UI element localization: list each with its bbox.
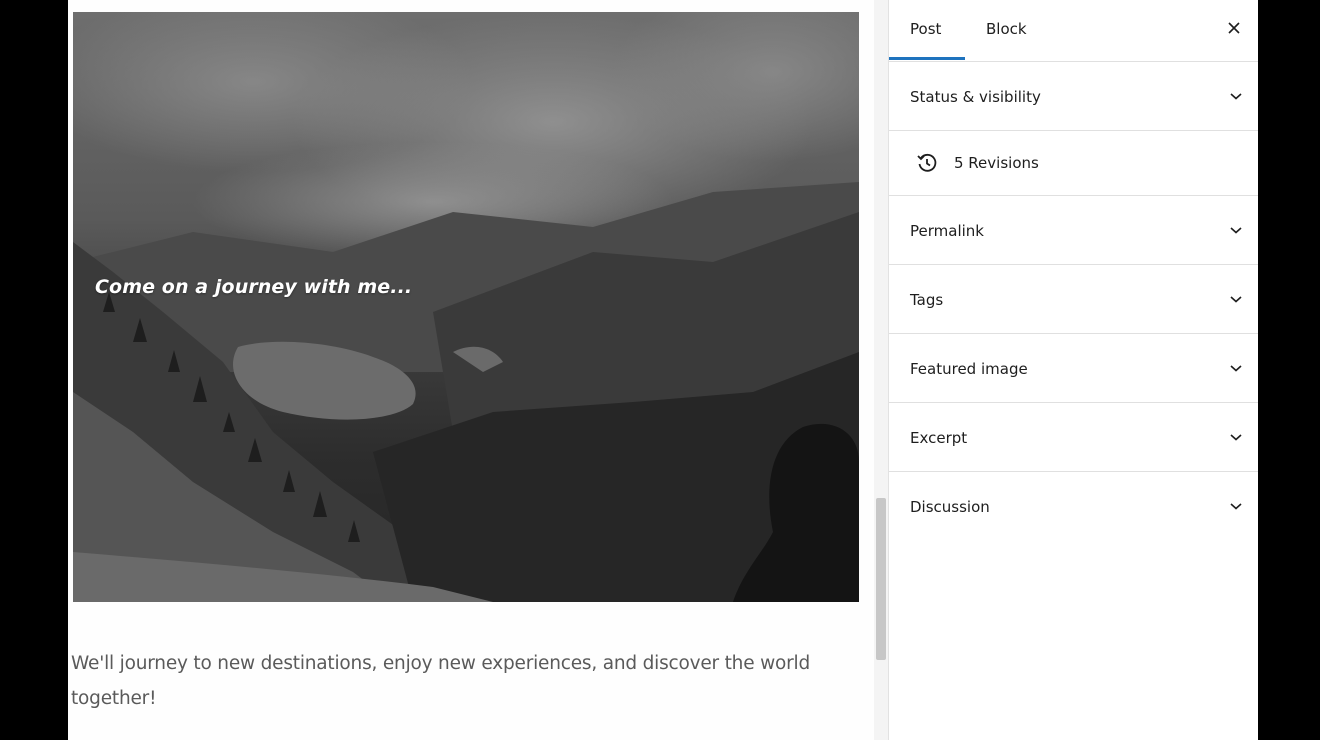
panel-label: Discussion xyxy=(910,498,990,516)
landscape-image xyxy=(73,12,859,602)
panel-label: Tags xyxy=(910,291,944,309)
panel-featured-image[interactable]: Featured image xyxy=(889,334,1258,403)
chevron-down-icon xyxy=(1230,365,1242,372)
tab-post[interactable]: Post xyxy=(910,20,941,38)
chevron-down-icon xyxy=(1230,296,1242,303)
editor-canvas: Come on a journey with me... We'll journ… xyxy=(68,0,874,740)
panel-tags[interactable]: Tags xyxy=(889,265,1258,334)
active-tab-indicator xyxy=(889,57,965,60)
cover-heading[interactable]: Come on a journey with me... xyxy=(95,276,412,298)
close-icon xyxy=(1228,22,1240,34)
panel-label: Permalink xyxy=(910,222,984,240)
panel-status-visibility[interactable]: Status & visibility xyxy=(889,62,1258,131)
revisions-button[interactable]: 5 Revisions xyxy=(889,131,1258,196)
sidebar-tabs: Post Block xyxy=(889,0,1258,62)
panel-discussion[interactable]: Discussion xyxy=(889,472,1258,540)
panel-label: Status & visibility xyxy=(910,88,1041,106)
chevron-down-icon xyxy=(1230,503,1242,510)
panel-label: Featured image xyxy=(910,360,1028,378)
paragraph-block[interactable]: We'll journey to new destinations, enjoy… xyxy=(71,646,861,716)
panel-excerpt[interactable]: Excerpt xyxy=(889,403,1258,472)
editor-window: Come on a journey with me... We'll journ… xyxy=(68,0,1258,740)
chevron-down-icon xyxy=(1230,227,1242,234)
panel-permalink[interactable]: Permalink xyxy=(889,196,1258,265)
revisions-label: 5 Revisions xyxy=(954,154,1039,172)
close-sidebar-button[interactable] xyxy=(1222,16,1246,40)
panel-label: Excerpt xyxy=(910,429,968,447)
history-icon xyxy=(917,153,937,172)
scrollbar-thumb[interactable] xyxy=(876,498,886,660)
cover-block[interactable]: Come on a journey with me... xyxy=(73,12,859,602)
chevron-down-icon xyxy=(1230,434,1242,441)
chevron-down-icon xyxy=(1230,93,1242,100)
tab-block[interactable]: Block xyxy=(986,20,1027,38)
settings-sidebar: Post Block Status & visibility 5 Revisio… xyxy=(889,0,1258,740)
